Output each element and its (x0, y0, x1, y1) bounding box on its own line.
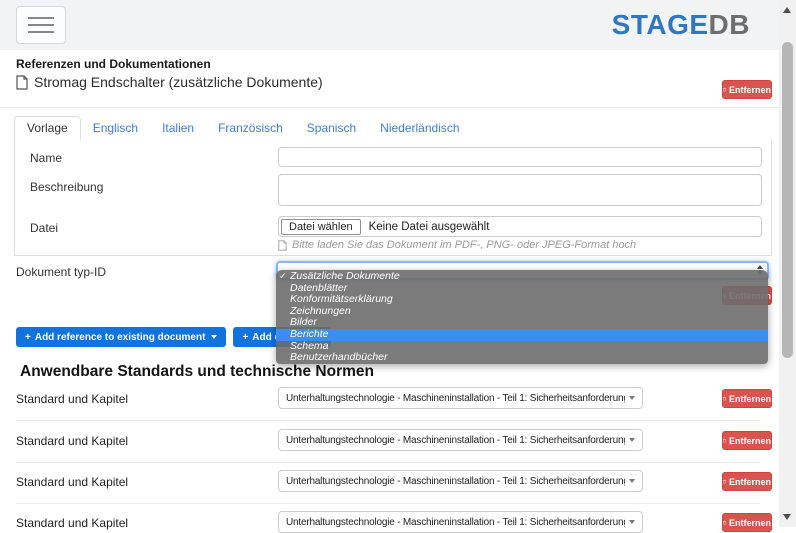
file-format-hint-text: Bitte laden Sie das Dokument im PDF-, PN… (292, 239, 637, 251)
logo-text-primary: STAGE (611, 9, 709, 40)
add-reference-label: Add reference to existing document (34, 331, 206, 343)
dropdown-option-label: Zeichnungen (290, 304, 351, 317)
tab-spanisch[interactable]: Spanisch (295, 117, 368, 140)
dropdown-option-berichte[interactable]: Berichte (276, 327, 768, 341)
remove-standard-button-3[interactable]: Entfernen (722, 472, 772, 491)
tab-italien[interactable]: Italien (150, 117, 206, 140)
header-bar: STAGEDB (0, 0, 779, 50)
chevron-down-icon (211, 335, 218, 339)
standard-row-label: Standard und Kapitel (16, 434, 129, 448)
description-textarea[interactable] (278, 174, 762, 206)
chevron-down-icon (629, 479, 635, 483)
section-title-standards: Anwendbare Standards und technische Norm… (20, 363, 374, 380)
dropdown-option-zeichnungen[interactable]: Zeichnungen (276, 304, 768, 318)
standard-select-value: Unterhaltungstechnologie - Maschineninst… (286, 434, 625, 446)
language-tabs: Vorlage Englisch Italien Französisch Spa… (14, 116, 772, 141)
name-input[interactable] (278, 147, 762, 167)
file-field-label: Datei (30, 221, 59, 235)
remove-document-button[interactable]: Entfernen (722, 80, 772, 99)
dropdown-option-zusaetzliche-dokumente[interactable]: ✓ Zusätzliche Dokumente (276, 270, 768, 283)
remove-button-label: Entfernen (728, 476, 771, 487)
dropdown-option-label: Datenblätter (290, 281, 348, 294)
document-item: Stromag Endschalter (zusätzliche Dokumen… (16, 74, 323, 90)
hamburger-icon (28, 24, 54, 26)
trash-icon (723, 479, 726, 484)
scroll-up-arrow-icon[interactable] (783, 7, 791, 13)
file-input[interactable]: Datei wählen Keine Datei ausgewählt (278, 216, 762, 237)
file-choose-button[interactable]: Datei wählen (281, 218, 361, 235)
document-icon (278, 239, 287, 251)
standard-select-4[interactable]: Unterhaltungstechnologie - Maschineninst… (278, 511, 643, 533)
trash-icon (723, 438, 726, 443)
dropdown-option-label: Berichte (290, 327, 329, 340)
file-status-text: Keine Datei ausgewählt (368, 220, 490, 233)
remove-button-label: Entfernen (728, 393, 771, 404)
dropdown-option-bilder[interactable]: Bilder (276, 317, 768, 329)
chevron-down-icon (629, 438, 635, 442)
check-icon: ✓ (279, 271, 287, 281)
document-icon (16, 74, 28, 90)
row-divider (16, 462, 760, 463)
standard-row-label: Standard und Kapitel (16, 392, 129, 406)
tab-vorlage[interactable]: Vorlage (14, 116, 81, 141)
chevron-down-icon (629, 520, 635, 524)
chevron-down-icon (629, 396, 635, 400)
dropdown-option-benutzerhandbuecher[interactable]: Benutzerhandbücher (276, 351, 768, 364)
file-format-hint: Bitte laden Sie das Dokument im PDF-, PN… (278, 239, 636, 251)
remove-standard-button-1[interactable]: Entfernen (722, 389, 772, 408)
remove-standard-button-2[interactable]: Entfernen (722, 431, 772, 450)
plus-icon: + (242, 331, 249, 343)
name-field-label: Name (30, 151, 63, 165)
remove-button-label: Entfernen (728, 435, 771, 446)
remove-button-label: Entfernen (728, 84, 771, 95)
tab-niederlaendisch[interactable]: Niederländisch (368, 117, 471, 140)
remove-standard-button-4[interactable]: Entfernen (722, 513, 772, 532)
row-divider (16, 503, 760, 504)
tab-franzoesisch[interactable]: Französisch (206, 117, 295, 140)
hamburger-icon (28, 17, 54, 19)
dropdown-option-label: Schema (290, 339, 329, 352)
doctype-field-label: Dokument typ-ID (16, 265, 107, 279)
dropdown-option-label: Bilder (290, 316, 317, 329)
logo-text-secondary: DB (708, 9, 750, 40)
document-item-title: Stromag Endschalter (zusätzliche Dokumen… (34, 74, 323, 90)
trash-icon (723, 87, 726, 92)
app-logo: STAGEDB (612, 9, 750, 41)
remove-button-label: Entfernen (728, 517, 771, 528)
standard-select-2[interactable]: Unterhaltungstechnologie - Maschineninst… (278, 429, 643, 451)
vertical-scrollbar[interactable] (779, 0, 796, 527)
dropdown-option-label: Zusätzliche Dokumente (290, 270, 400, 282)
standard-select-1[interactable]: Unterhaltungstechnologie - Maschineninst… (278, 387, 643, 409)
standard-select-value: Unterhaltungstechnologie - Maschineninst… (286, 475, 625, 487)
hamburger-icon (28, 31, 54, 33)
standard-row-label: Standard und Kapitel (16, 516, 129, 530)
tab-englisch[interactable]: Englisch (81, 117, 150, 140)
section-title-references: Referenzen und Dokumentationen (16, 57, 211, 71)
standard-select-value: Unterhaltungstechnologie - Maschineninst… (286, 516, 625, 528)
trash-icon (723, 396, 726, 401)
row-divider (16, 420, 760, 421)
description-field-label: Beschreibung (30, 180, 104, 194)
dropdown-option-label: Konformitätserklärung (290, 293, 393, 306)
add-reference-button[interactable]: + Add reference to existing document (16, 327, 227, 347)
hamburger-menu-button[interactable] (16, 6, 66, 44)
scrollbar-thumb[interactable] (782, 42, 793, 358)
scroll-down-arrow-icon[interactable] (783, 514, 791, 520)
standard-row-label: Standard und Kapitel (16, 475, 129, 489)
doctype-dropdown-menu: ✓ Zusätzliche Dokumente Datenblätter Kon… (276, 270, 768, 364)
plus-icon: + (25, 331, 31, 343)
standard-select-3[interactable]: Unterhaltungstechnologie - Maschineninst… (278, 470, 643, 492)
section-divider (0, 107, 779, 108)
trash-icon (723, 520, 726, 525)
standard-select-value: Unterhaltungstechnologie - Maschineninst… (286, 392, 625, 404)
dropdown-option-label: Benutzerhandbücher (290, 351, 388, 364)
